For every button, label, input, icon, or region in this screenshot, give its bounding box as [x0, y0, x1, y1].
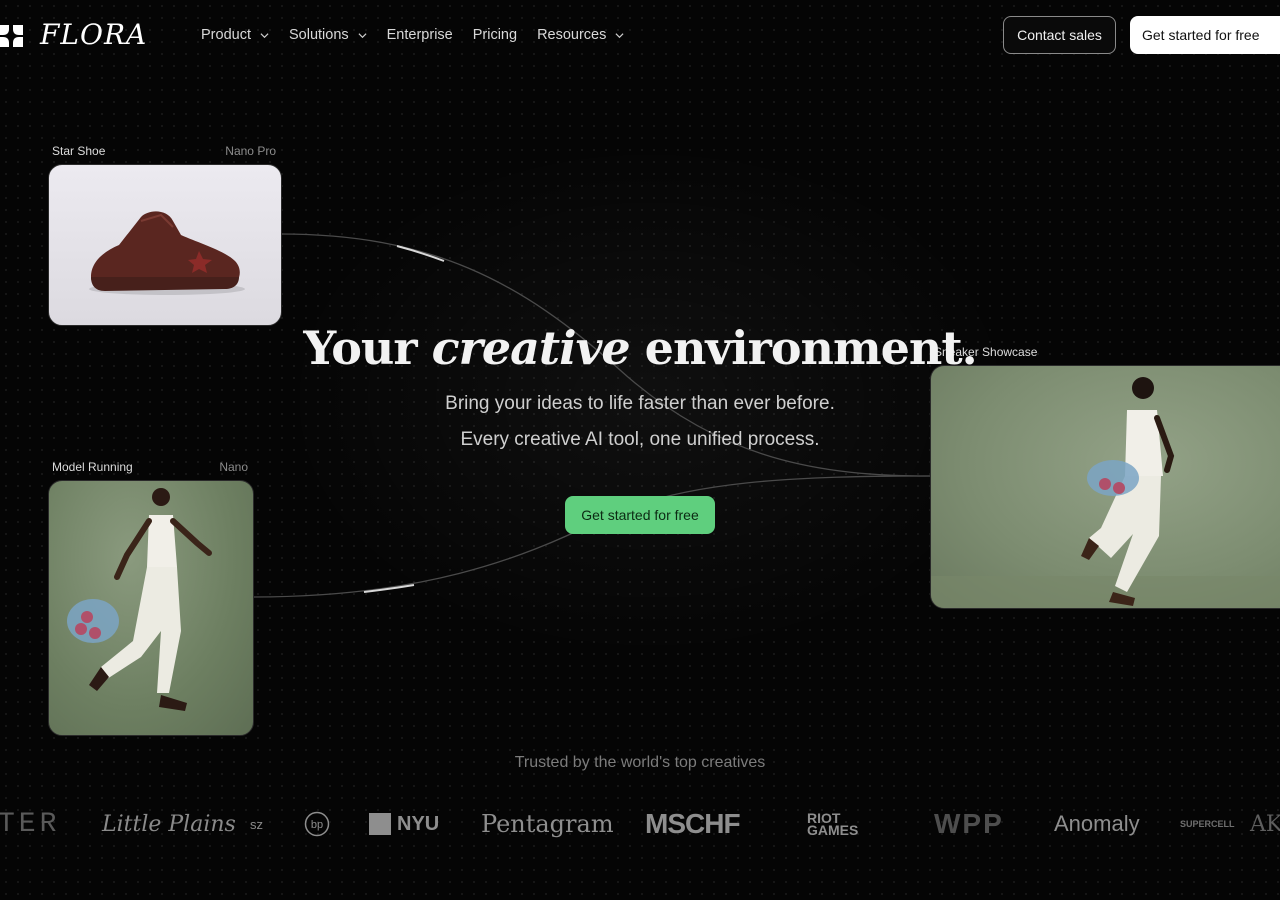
nav-item-enterprise[interactable]: Enterprise [387, 27, 453, 43]
card-model-label: Nano Pro [225, 144, 276, 158]
model-running-image[interactable] [48, 480, 254, 736]
nav-item-product[interactable]: Product [201, 27, 269, 43]
chevron-down-icon [358, 32, 367, 38]
hero-title-emphasis: creative [431, 321, 631, 375]
card-header: Model Running Nano [48, 460, 252, 474]
client-logo: sz [250, 816, 263, 832]
client-logo-strip: TER Little Plains sz bp NYU Pentagram MS… [0, 804, 1280, 848]
client-logo: TER [0, 808, 61, 840]
node-card-star-shoe[interactable]: Star Shoe Nano Pro [48, 144, 282, 326]
client-logo: AKQ [1250, 811, 1280, 837]
sneaker-illustration-icon [89, 211, 245, 295]
hero-section: Your creative environment. Bring your id… [0, 318, 1280, 458]
nav-links: Product Solutions Enterprise Pricing Res… [201, 27, 644, 43]
nav-item-resources[interactable]: Resources [537, 27, 624, 43]
flora-logo-icon[interactable] [0, 24, 24, 48]
hero-title-end: environment. [644, 321, 978, 375]
client-logo: MSCHF [645, 808, 741, 839]
chevron-down-icon [615, 32, 624, 38]
hero-subtitle: Bring your ideas to life faster than eve… [0, 386, 1280, 458]
nav-item-label: Resources [537, 27, 607, 43]
client-logo-nyu: NYU [369, 804, 439, 844]
card-title: Star Shoe [52, 144, 106, 158]
client-logo-circle: bp [304, 804, 330, 844]
shoe-image[interactable] [48, 164, 282, 326]
nav-item-label: Solutions [288, 27, 349, 43]
client-logo: Anomaly [1054, 811, 1140, 836]
hero-subtitle-line: Every creative AI tool, one unified proc… [460, 429, 820, 450]
brand-wordmark[interactable]: FLORA [40, 18, 147, 51]
get-started-nav-button[interactable]: Get started for free [1130, 16, 1280, 54]
nav-item-label: Pricing [472, 27, 518, 43]
client-logo: Little Plains [102, 811, 236, 837]
hero-title: Your creative environment. [0, 318, 1280, 378]
nyu-torch-icon [369, 813, 391, 835]
client-logo: SUPERCELL [1180, 818, 1235, 829]
svg-text:bp: bp [311, 819, 323, 831]
nav-item-pricing[interactable]: Pricing [473, 27, 517, 43]
trusted-heading: Trusted by the world's top creatives [514, 754, 766, 771]
client-logo: Pentagram [481, 810, 614, 838]
nav-item-solutions[interactable]: Solutions [289, 27, 367, 43]
runner-figure-icon [67, 488, 212, 711]
contact-sales-button[interactable]: Contact sales [1003, 16, 1116, 54]
client-logo: RIOT GAMES [807, 810, 859, 838]
bp-logo-icon: bp [304, 811, 330, 837]
chevron-down-icon [260, 32, 269, 38]
nav-item-label: Product [201, 27, 251, 43]
card-model-label: Nano [219, 460, 248, 474]
get-started-cta-button[interactable]: Get started for free [565, 496, 715, 534]
top-nav: FLORA Product Solutions Enterprise Prici… [0, 0, 1280, 72]
client-logo-text: NYU [397, 812, 440, 835]
client-logo: WPP [934, 808, 1004, 839]
nav-item-label: Enterprise [386, 27, 453, 43]
node-card-model-running[interactable]: Model Running Nano [48, 460, 254, 736]
hero-subtitle-line: Bring your ideas to life faster than eve… [445, 393, 835, 414]
card-title: Model Running [52, 460, 133, 474]
hero-title-start: Your [303, 321, 417, 375]
card-header: Star Shoe Nano Pro [48, 144, 280, 158]
